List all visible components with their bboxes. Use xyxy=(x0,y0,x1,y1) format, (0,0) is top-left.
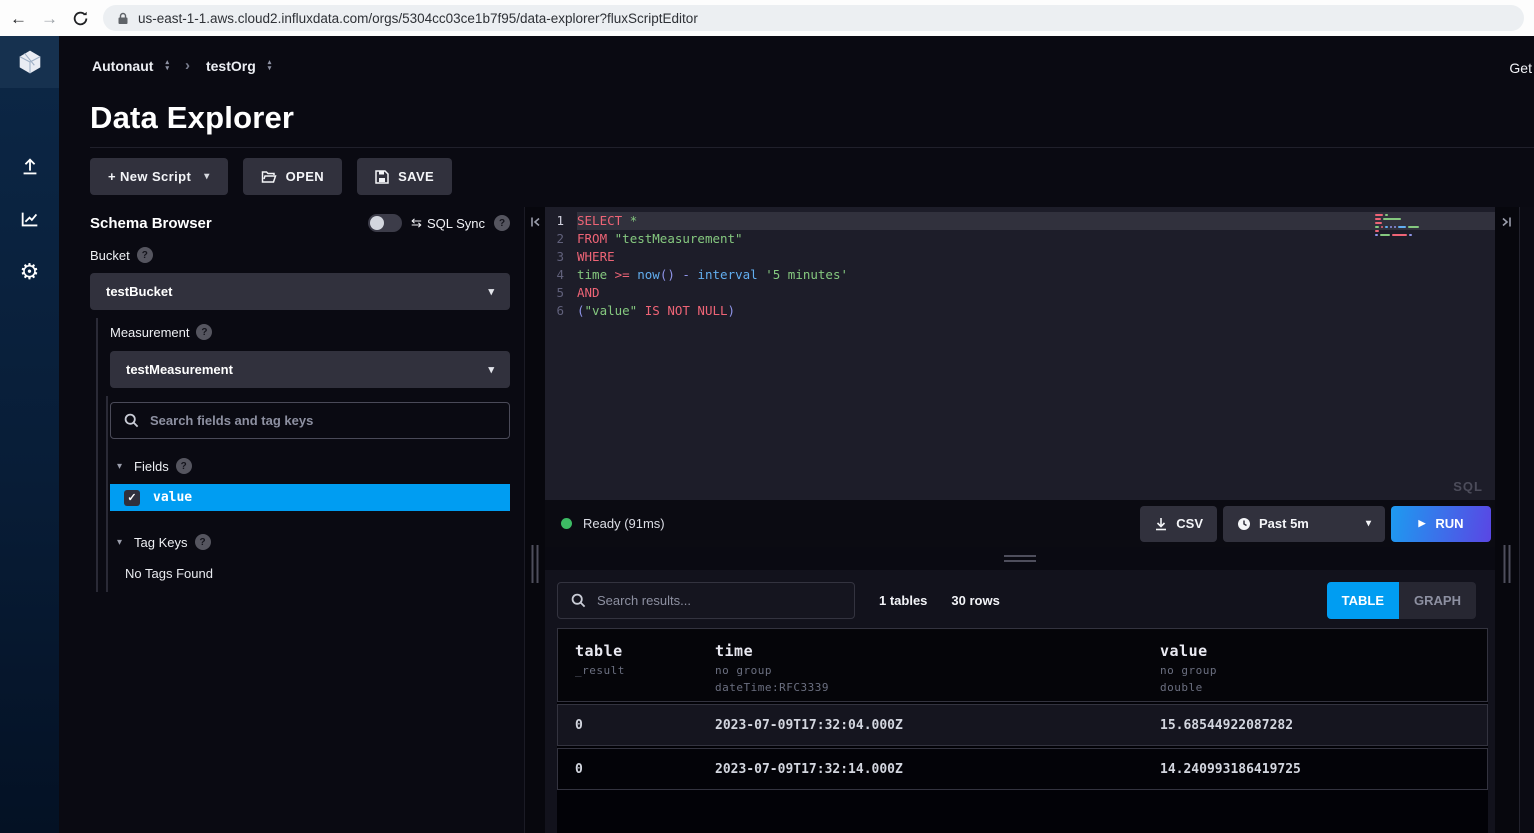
title-divider xyxy=(90,147,1534,148)
sql-sync-label: ⇆ SQL Sync xyxy=(411,215,485,231)
browser-forward-icon[interactable]: → xyxy=(41,10,58,27)
results-search-input[interactable]: Search results... xyxy=(557,582,855,619)
status-text: Ready (91ms) xyxy=(583,516,665,531)
time-range-caret-icon: ▾ xyxy=(1366,518,1371,529)
tables-count: 1 tables xyxy=(879,593,927,608)
app-sidebar: ⚙ ? xyxy=(0,36,59,833)
page-title: Data Explorer xyxy=(90,100,294,136)
url-text: us-east-1-1.aws.cloud2.influxdata.com/or… xyxy=(138,11,698,26)
account-switcher[interactable]: Autonaut xyxy=(92,58,153,74)
view-graph-tab[interactable]: GRAPH xyxy=(1399,582,1476,619)
status-dot-icon xyxy=(561,518,572,529)
editor-language-badge: SQL xyxy=(1453,479,1483,494)
save-icon xyxy=(375,170,389,184)
tag-keys-help-icon[interactable]: ? xyxy=(195,534,211,550)
collapse-right-panel-icon[interactable] xyxy=(1495,216,1519,228)
measurement-dropdown[interactable]: testMeasurement ▾ xyxy=(110,351,510,388)
results-panel: Search results... 1 tables 30 rows TABLE… xyxy=(545,570,1495,833)
bucket-label: Bucket xyxy=(90,248,130,263)
bucket-dropdown[interactable]: testBucket ▾ xyxy=(90,273,510,310)
browser-reload-icon[interactable] xyxy=(72,10,89,27)
address-bar[interactable]: us-east-1-1.aws.cloud2.influxdata.com/or… xyxy=(103,5,1524,31)
results-splitter-handle[interactable] xyxy=(1004,555,1036,562)
field-value-label: value xyxy=(153,490,192,505)
sql-code-editor[interactable]: 1SELECT *2FROM "testMeasurement"3WHERE4t… xyxy=(545,207,1495,500)
fields-indent-guide xyxy=(106,396,108,592)
query-status-bar: Ready (91ms) CSV Past 5m ▾ ▶ RUN xyxy=(545,500,1495,547)
right-splitter-handle[interactable] xyxy=(1504,545,1511,583)
search-icon xyxy=(124,413,139,428)
tagkeys-expand-caret-icon[interactable]: ▾ xyxy=(117,537,122,548)
settings-gear-icon[interactable]: ⚙ xyxy=(0,255,59,289)
table-row: 0 2023-07-09T17:32:04.000Z 15.6854492208… xyxy=(557,704,1488,746)
code-line: 3WHERE xyxy=(545,248,1495,266)
results-table-header: table _result time no group dateTime:RFC… xyxy=(557,628,1488,702)
save-button[interactable]: SAVE xyxy=(357,158,452,195)
view-table-tab[interactable]: TABLE xyxy=(1327,582,1399,619)
code-line: 2FROM "testMeasurement" xyxy=(545,230,1495,248)
download-icon xyxy=(1154,517,1168,531)
measurement-caret-icon: ▾ xyxy=(488,363,494,376)
left-splitter-handle[interactable] xyxy=(532,545,539,583)
browser-chrome: ← → us-east-1-1.aws.cloud2.influxdata.co… xyxy=(0,0,1534,36)
help-icon[interactable]: ? xyxy=(0,829,59,833)
results-table: table _result time no group dateTime:RFC… xyxy=(557,628,1488,833)
open-button[interactable]: OPEN xyxy=(243,158,342,195)
csv-download-button[interactable]: CSV xyxy=(1140,506,1217,542)
folder-icon xyxy=(261,170,277,184)
code-line: 6("value" IS NOT NULL) xyxy=(545,302,1495,320)
play-icon: ▶ xyxy=(1418,518,1425,529)
breadcrumb: Autonaut ▴▾ › testOrg ▴▾ xyxy=(92,57,271,74)
collapsed-right-panel[interactable] xyxy=(1519,207,1534,833)
bucket-caret-icon: ▾ xyxy=(488,285,494,298)
code-line: 5AND xyxy=(545,284,1495,302)
results-splitter[interactable] xyxy=(545,547,1495,570)
collapse-left-panel-icon[interactable] xyxy=(525,216,545,228)
time-range-dropdown[interactable]: Past 5m ▾ xyxy=(1223,506,1385,542)
code-line: 4time >= now() - interval '5 minutes' xyxy=(545,266,1495,284)
org-switcher[interactable]: testOrg xyxy=(206,58,256,74)
clock-icon xyxy=(1237,517,1251,531)
table-row: 0 2023-07-09T17:32:14.000Z 14.2409931864… xyxy=(557,748,1488,790)
browser-back-icon[interactable]: ← xyxy=(10,10,27,27)
data-explorer-icon[interactable] xyxy=(0,202,59,236)
fields-search-input[interactable]: Search fields and tag keys xyxy=(110,402,510,439)
new-script-button[interactable]: + New Script ▾ xyxy=(90,158,228,195)
measurement-indent-guide xyxy=(96,318,98,592)
sync-arrows-icon: ⇆ xyxy=(411,215,422,231)
upload-icon[interactable] xyxy=(0,150,59,184)
account-caret-icon[interactable]: ▴▾ xyxy=(165,60,169,72)
no-tags-text: No Tags Found xyxy=(125,566,213,581)
lock-icon xyxy=(117,12,129,25)
run-query-button[interactable]: ▶ RUN xyxy=(1391,506,1491,542)
view-mode-switcher: TABLE GRAPH xyxy=(1327,582,1476,619)
influxdb-data-explorer: ← → us-east-1-1.aws.cloud2.influxdata.co… xyxy=(0,0,1534,833)
right-panel-splitter[interactable] xyxy=(1495,207,1519,833)
promo-link[interactable]: Get xyxy=(1509,60,1534,76)
code-line: 1SELECT * xyxy=(545,212,1495,230)
search-icon xyxy=(571,593,586,608)
tag-keys-label: Tag Keys xyxy=(134,535,187,550)
editor-minimap[interactable] xyxy=(1375,214,1419,238)
new-script-caret-icon: ▾ xyxy=(204,171,209,182)
influxdb-logo[interactable] xyxy=(0,36,59,88)
field-value-row[interactable]: ✓ value xyxy=(110,484,510,511)
fields-label: Fields xyxy=(134,459,169,474)
left-panel-splitter[interactable] xyxy=(524,207,545,833)
sql-sync-help-icon[interactable]: ? xyxy=(494,215,510,231)
breadcrumb-separator-icon: › xyxy=(185,57,190,74)
script-toolbar: + New Script ▾ OPEN SAVE xyxy=(90,158,452,195)
code-lines: 1SELECT *2FROM "testMeasurement"3WHERE4t… xyxy=(545,212,1495,320)
measurement-help-icon[interactable]: ? xyxy=(196,324,212,340)
bucket-help-icon[interactable]: ? xyxy=(137,247,153,263)
measurement-label: Measurement xyxy=(110,325,189,340)
fields-help-icon[interactable]: ? xyxy=(176,458,192,474)
rows-count: 30 rows xyxy=(951,593,999,608)
sql-sync-toggle[interactable] xyxy=(368,214,402,232)
org-caret-icon[interactable]: ▴▾ xyxy=(268,60,272,72)
fields-expand-caret-icon[interactable]: ▾ xyxy=(117,461,122,472)
field-value-checkbox[interactable]: ✓ xyxy=(124,490,140,506)
schema-browser-title: Schema Browser xyxy=(90,215,212,232)
